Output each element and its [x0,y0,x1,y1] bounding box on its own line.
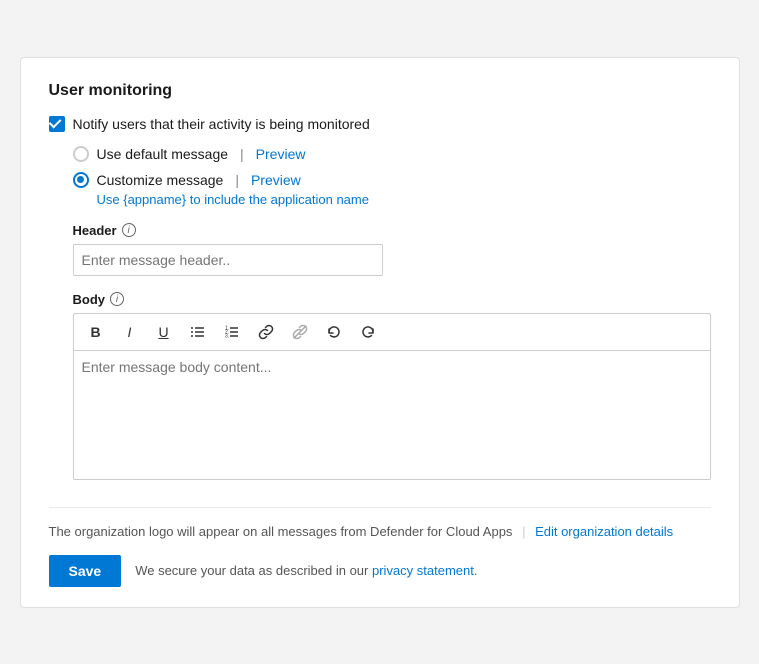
header-input[interactable] [73,244,383,276]
radio-default[interactable] [73,146,89,162]
unordered-list-icon [190,324,206,340]
toolbar-link[interactable] [250,318,282,346]
form-section: Header i Body i B I U [73,223,711,483]
notify-label: Notify users that their activity is bein… [73,116,370,132]
main-card: User monitoring Notify users that their … [20,57,740,608]
preview-default-link[interactable]: Preview [256,146,306,162]
notify-row: Notify users that their activity is bein… [49,116,711,132]
body-label: Body i [73,292,711,307]
svg-text:3.: 3. [225,333,229,339]
separator-default: | [240,146,244,162]
toolbar-unlink[interactable] [284,318,316,346]
toolbar-italic[interactable]: I [114,318,146,346]
privacy-link[interactable]: privacy statement. [372,563,478,578]
toolbar-ordered-list[interactable]: 1. 2. 3. [216,318,248,346]
save-button[interactable]: Save [49,555,122,587]
footer-actions: Save We secure your data as described in… [49,555,711,587]
body-toolbar: B I U 1. [73,313,711,350]
body-field-group: Body i B I U [73,292,711,483]
header-field-group: Header i [73,223,711,276]
body-textarea[interactable] [73,350,711,480]
radio-row-default: Use default message | Preview [73,146,711,162]
privacy-text: We secure your data as described in our … [135,563,477,578]
footer-pipe: | [522,524,529,539]
link-icon [258,324,274,340]
footer-text: The organization logo will appear on all… [49,524,513,539]
preview-customize-link[interactable]: Preview [251,172,301,188]
unlink-icon [292,324,308,340]
ordered-list-icon: 1. 2. 3. [224,324,240,340]
radio-customize[interactable] [73,172,89,188]
redo-icon [360,324,376,340]
radio-default-label: Use default message [97,146,229,162]
toolbar-undo[interactable] [318,318,350,346]
undo-icon [326,324,342,340]
edit-organization-link[interactable]: Edit organization details [535,524,673,539]
toolbar-unordered-list[interactable] [182,318,214,346]
customize-group: Customize message | Preview Use {appname… [73,172,711,207]
radio-group: Use default message | Preview Customize … [73,146,711,207]
appname-hint: Use {appname} to include the application… [97,192,711,207]
footer-info: The organization logo will appear on all… [49,507,711,539]
toolbar-underline[interactable]: U [148,318,180,346]
toolbar-bold[interactable]: B [80,318,112,346]
toolbar-redo[interactable] [352,318,384,346]
radio-customize-label: Customize message [97,172,224,188]
header-info-icon: i [122,223,136,237]
header-label: Header i [73,223,711,238]
notify-checkbox[interactable] [49,116,65,132]
separator-customize: | [235,172,239,188]
radio-row-customize: Customize message | Preview [73,172,711,188]
page-title: User monitoring [49,82,711,100]
body-info-icon: i [110,292,124,306]
